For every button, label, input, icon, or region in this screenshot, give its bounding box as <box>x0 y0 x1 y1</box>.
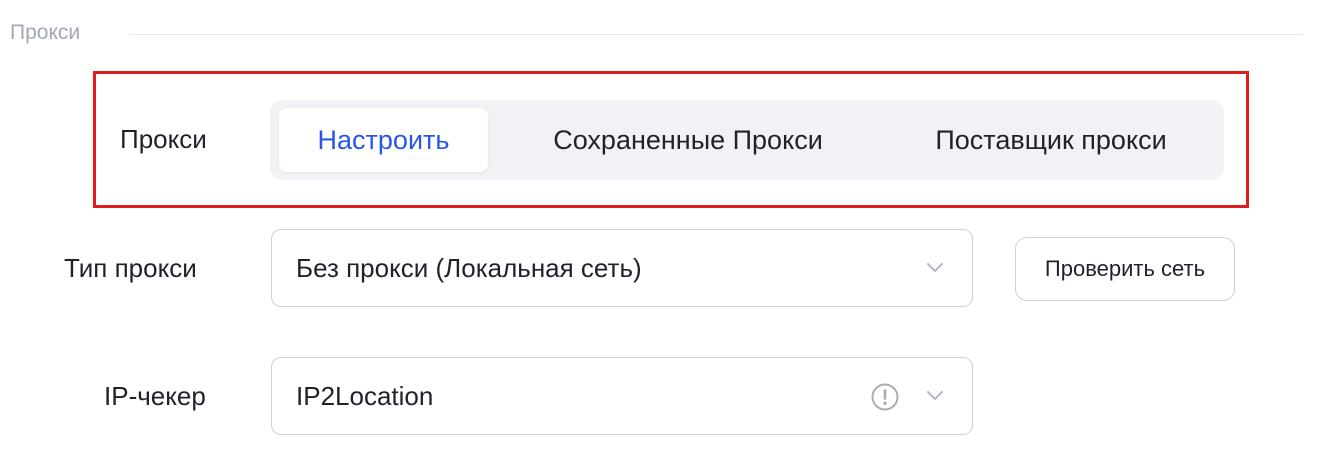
ip-checker-select[interactable]: IP2Location <box>271 357 973 435</box>
ip-checker-label: IP-чекер <box>104 381 206 411</box>
chevron-down-icon <box>926 390 944 401</box>
tab-configure[interactable]: Настроить <box>279 108 488 172</box>
chevron-down-icon <box>926 262 944 273</box>
proxy-mode-label: Прокси <box>120 124 207 154</box>
proxy-type-select[interactable]: Без прокси (Локальная сеть) <box>271 229 973 307</box>
section-header: Прокси <box>0 18 1317 52</box>
tab-label: Сохраненные Прокси <box>553 124 823 155</box>
proxy-type-value: Без прокси (Локальная сеть) <box>296 252 642 283</box>
check-network-button[interactable]: Проверить сеть <box>1015 237 1235 301</box>
proxy-type-label: Тип прокси <box>64 253 197 283</box>
section-divider <box>130 34 1303 35</box>
proxy-mode-segmented-control: Настроить Сохраненные Прокси Поставщик п… <box>270 100 1224 180</box>
tab-saved-proxies[interactable]: Сохраненные Прокси <box>506 108 870 172</box>
tab-label: Настроить <box>317 124 450 155</box>
section-title: Прокси <box>10 21 81 44</box>
check-network-label: Проверить сеть <box>1044 256 1206 281</box>
tab-label: Поставщик прокси <box>935 124 1167 155</box>
ip-checker-value: IP2Location <box>296 380 434 411</box>
info-icon[interactable] <box>870 382 900 412</box>
tab-proxy-provider[interactable]: Поставщик прокси <box>888 108 1214 172</box>
